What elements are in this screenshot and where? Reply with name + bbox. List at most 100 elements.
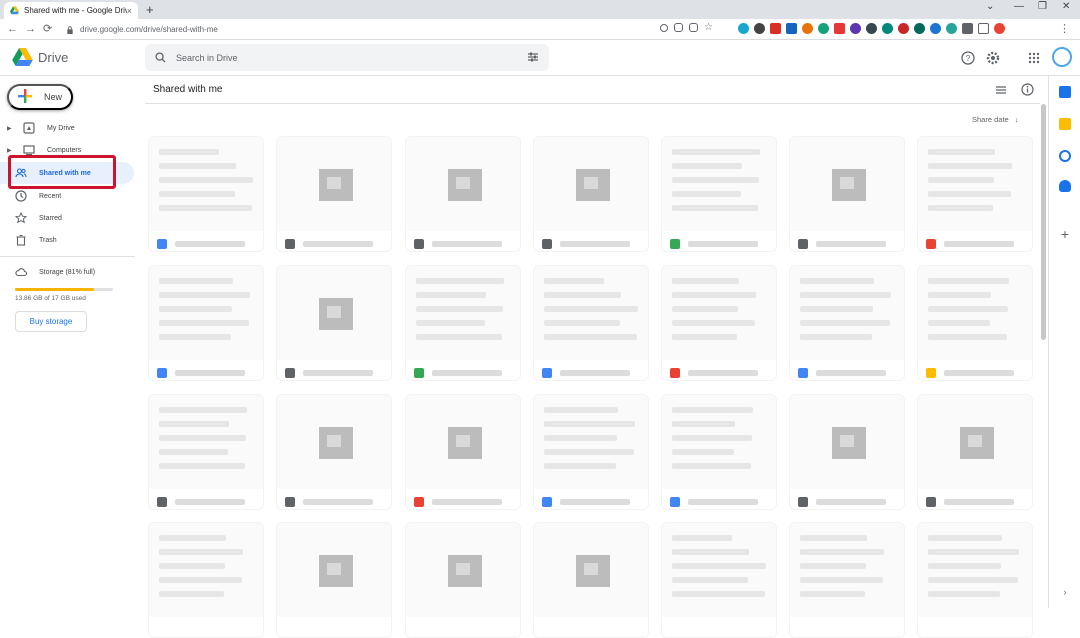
bookmark-star-icon[interactable]: ☆: [704, 23, 713, 33]
extension-icon[interactable]: [754, 23, 765, 34]
new-tab-button[interactable]: +: [146, 2, 154, 17]
share-icon[interactable]: [689, 23, 698, 32]
file-meta: [414, 368, 502, 378]
file-preview-icon: [448, 555, 482, 587]
expand-panel-icon[interactable]: ›: [1059, 586, 1071, 598]
contacts-icon[interactable]: [1059, 180, 1071, 192]
extension-icon[interactable]: [866, 23, 877, 34]
list-view-icon[interactable]: [995, 84, 1007, 96]
file-card[interactable]: [661, 136, 777, 252]
sidebar-item-trash[interactable]: Trash: [0, 230, 135, 250]
file-card[interactable]: [917, 394, 1033, 510]
extension-icon[interactable]: [834, 23, 845, 34]
extensions-puzzle-icon[interactable]: [962, 23, 973, 34]
add-addon-icon[interactable]: +: [1059, 227, 1071, 241]
file-card[interactable]: [148, 265, 264, 381]
search-options-icon[interactable]: [527, 51, 539, 63]
file-card[interactable]: [789, 394, 905, 510]
account-avatar[interactable]: [1052, 47, 1072, 67]
file-card[interactable]: [405, 136, 521, 252]
address-bar[interactable]: drive.google.com/drive/shared-with-me: [60, 21, 620, 38]
settings-gear-icon[interactable]: [986, 51, 1000, 65]
extension-icon[interactable]: [738, 23, 749, 34]
browser-tab[interactable]: Shared with me - Google Drive ×: [4, 2, 138, 19]
search-bar[interactable]: [145, 44, 549, 71]
sidebar-item-my-drive[interactable]: ▶ My Drive: [0, 118, 135, 138]
file-card[interactable]: [917, 265, 1033, 381]
file-thumbnail: [149, 395, 263, 489]
preview-line: [159, 577, 242, 583]
window-close-button[interactable]: ✕: [1062, 1, 1070, 12]
file-card[interactable]: [917, 522, 1033, 638]
sidebar-item-storage[interactable]: Storage (81% full): [0, 262, 135, 282]
sidebar-item-starred[interactable]: Starred: [0, 208, 135, 228]
new-button[interactable]: New: [7, 84, 73, 110]
expand-caret-icon[interactable]: ▶: [7, 147, 15, 154]
file-card[interactable]: [276, 265, 392, 381]
extension-icon[interactable]: [914, 23, 925, 34]
search-icon[interactable]: [155, 52, 166, 63]
extension-icon[interactable]: [882, 23, 893, 34]
profile-icon[interactable]: [994, 23, 1005, 34]
tab-search-icon[interactable]: ⌄: [986, 1, 994, 12]
file-card[interactable]: [661, 394, 777, 510]
file-card[interactable]: [661, 522, 777, 638]
file-card[interactable]: [148, 394, 264, 510]
forward-icon[interactable]: →: [25, 22, 36, 36]
sort-direction-icon[interactable]: ↓: [1015, 115, 1019, 124]
file-card[interactable]: [533, 394, 649, 510]
extension-icon[interactable]: [818, 23, 829, 34]
file-meta: [798, 239, 886, 249]
file-name-redacted: [560, 370, 630, 376]
tasks-icon[interactable]: [1059, 150, 1071, 162]
file-card[interactable]: [276, 136, 392, 252]
open-in-app-icon[interactable]: [674, 23, 683, 32]
extension-icon[interactable]: [898, 23, 909, 34]
drive-logo-icon[interactable]: [12, 48, 33, 66]
extension-icon[interactable]: [786, 23, 797, 34]
main-scrollbar[interactable]: [1041, 104, 1046, 340]
file-card[interactable]: [533, 136, 649, 252]
reload-icon[interactable]: ⟳: [43, 22, 52, 36]
file-meta: [157, 368, 245, 378]
file-card[interactable]: [789, 522, 905, 638]
back-icon[interactable]: ←: [7, 22, 18, 36]
extension-icon[interactable]: [802, 23, 813, 34]
extension-icon[interactable]: [930, 23, 941, 34]
file-card[interactable]: [405, 522, 521, 638]
apps-grid-icon[interactable]: [1027, 51, 1041, 65]
restore-button[interactable]: ❐: [1038, 1, 1047, 12]
file-card[interactable]: [917, 136, 1033, 252]
file-card[interactable]: [148, 522, 264, 638]
preview-line: [672, 421, 735, 427]
browser-menu-icon[interactable]: ⋮: [1059, 22, 1070, 35]
preview-line: [672, 177, 759, 183]
buy-storage-button[interactable]: Buy storage: [15, 311, 87, 332]
file-card[interactable]: [789, 136, 905, 252]
minimize-button[interactable]: —: [1014, 1, 1024, 12]
file-card[interactable]: [533, 265, 649, 381]
sort-control[interactable]: Share date ↓: [972, 115, 1018, 124]
file-card[interactable]: [276, 394, 392, 510]
calendar-icon[interactable]: [1059, 86, 1071, 98]
file-card[interactable]: [276, 522, 392, 638]
zoom-icon[interactable]: [660, 24, 668, 32]
keep-icon[interactable]: [1059, 118, 1071, 130]
file-card[interactable]: [661, 265, 777, 381]
file-card[interactable]: [405, 394, 521, 510]
search-input[interactable]: [176, 52, 496, 63]
file-card[interactable]: [789, 265, 905, 381]
extension-icon[interactable]: [946, 23, 957, 34]
expand-caret-icon[interactable]: ▶: [7, 125, 15, 132]
sidebar-divider: [0, 256, 135, 257]
sidebar-item-recent[interactable]: Recent: [0, 186, 135, 206]
help-icon[interactable]: ?: [961, 51, 975, 65]
tab-close-icon[interactable]: ×: [127, 6, 132, 16]
info-icon[interactable]: [1021, 83, 1034, 96]
extension-icon[interactable]: [850, 23, 861, 34]
side-panel-icon[interactable]: [978, 23, 989, 34]
file-card[interactable]: [148, 136, 264, 252]
file-card[interactable]: [533, 522, 649, 638]
extension-icon[interactable]: [770, 23, 781, 34]
file-card[interactable]: [405, 265, 521, 381]
